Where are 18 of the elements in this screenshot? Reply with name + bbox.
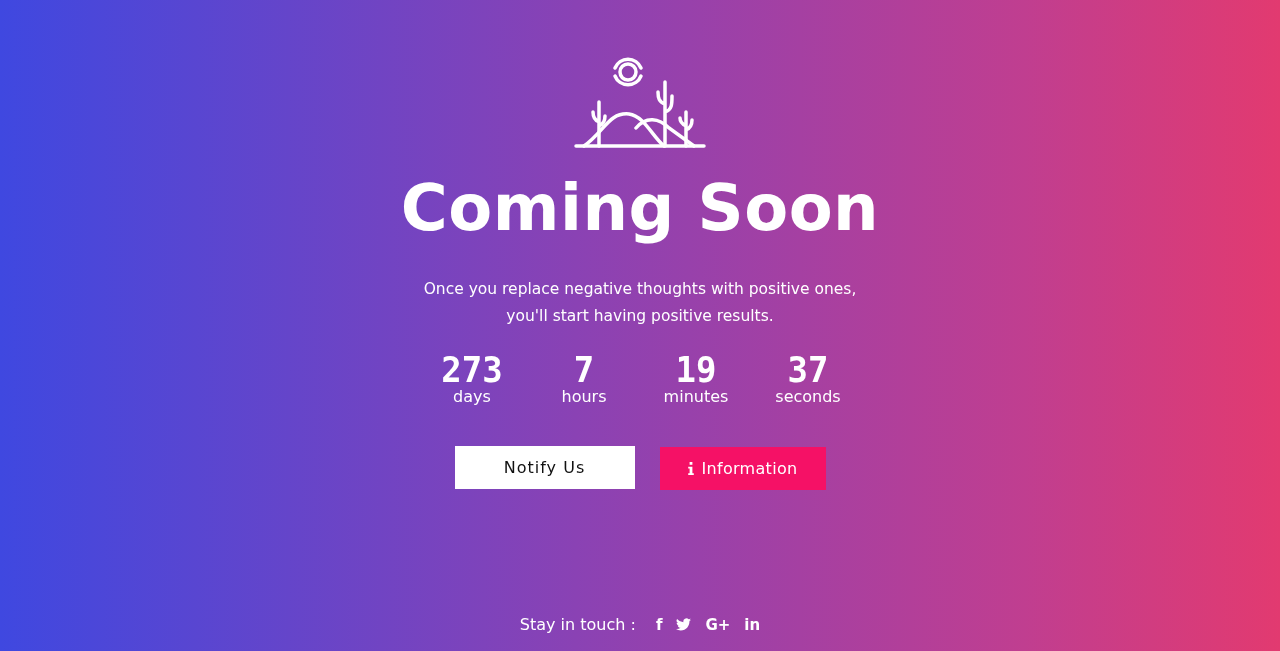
countdown-value: 7 [573,351,595,387]
countdown-value: 37 [787,351,829,387]
page-title: Coming Soon [400,170,880,246]
countdown-value: 19 [675,351,717,387]
info-icon [687,462,694,475]
social-link[interactable]: G+ [705,615,731,634]
countdown-unit: hours [561,386,607,408]
countdown-unit: minutes [663,386,729,408]
tagline: Once you replace negative thoughts with positive ones, you'll start having positive results. [422,279,858,327]
information-button[interactable]: Information [659,447,826,490]
bird-icon[interactable] [676,618,692,631]
social-link[interactable]: f [655,615,663,634]
countdown-unit: days [453,386,491,408]
notify-button[interactable]: Notify Us [454,445,635,489]
stay-in-touch-label: Stay in touch : [519,615,636,634]
countdown-value: 273 [441,351,503,387]
countdown-unit: seconds [775,386,841,408]
social-link[interactable]: in [744,615,761,634]
